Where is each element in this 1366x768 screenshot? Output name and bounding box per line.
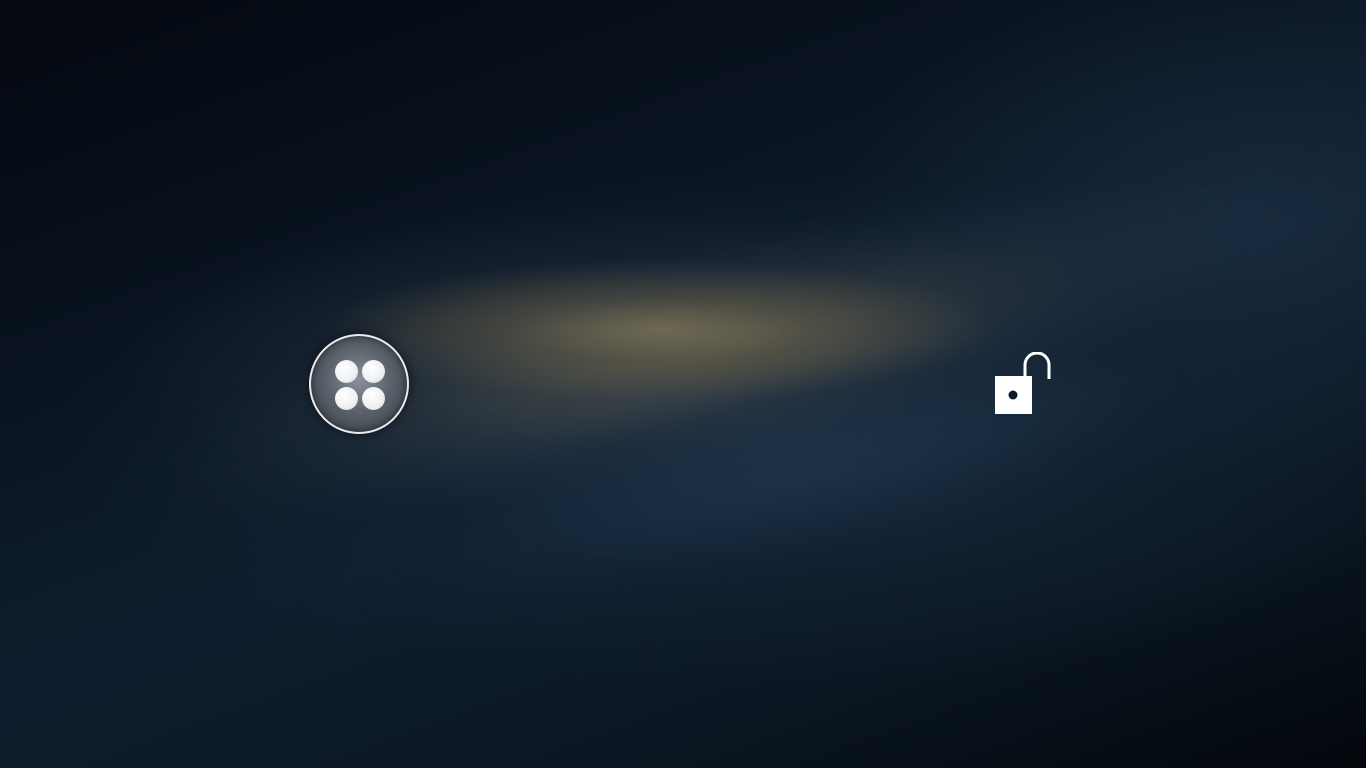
launcher-dot-icon bbox=[335, 387, 358, 410]
wallpaper-galaxy-band bbox=[291, 261, 1309, 689]
launcher-dot-icon bbox=[362, 360, 385, 383]
launcher-dot-icon bbox=[362, 387, 385, 410]
lock-screen bbox=[0, 0, 1366, 768]
launcher-dot-icon bbox=[335, 360, 358, 383]
unlock-button[interactable] bbox=[992, 352, 1054, 416]
unlocked-padlock-icon bbox=[995, 352, 1051, 414]
wallpaper-galaxy-glow bbox=[151, 128, 1269, 572]
app-launcher-button[interactable] bbox=[309, 334, 409, 434]
